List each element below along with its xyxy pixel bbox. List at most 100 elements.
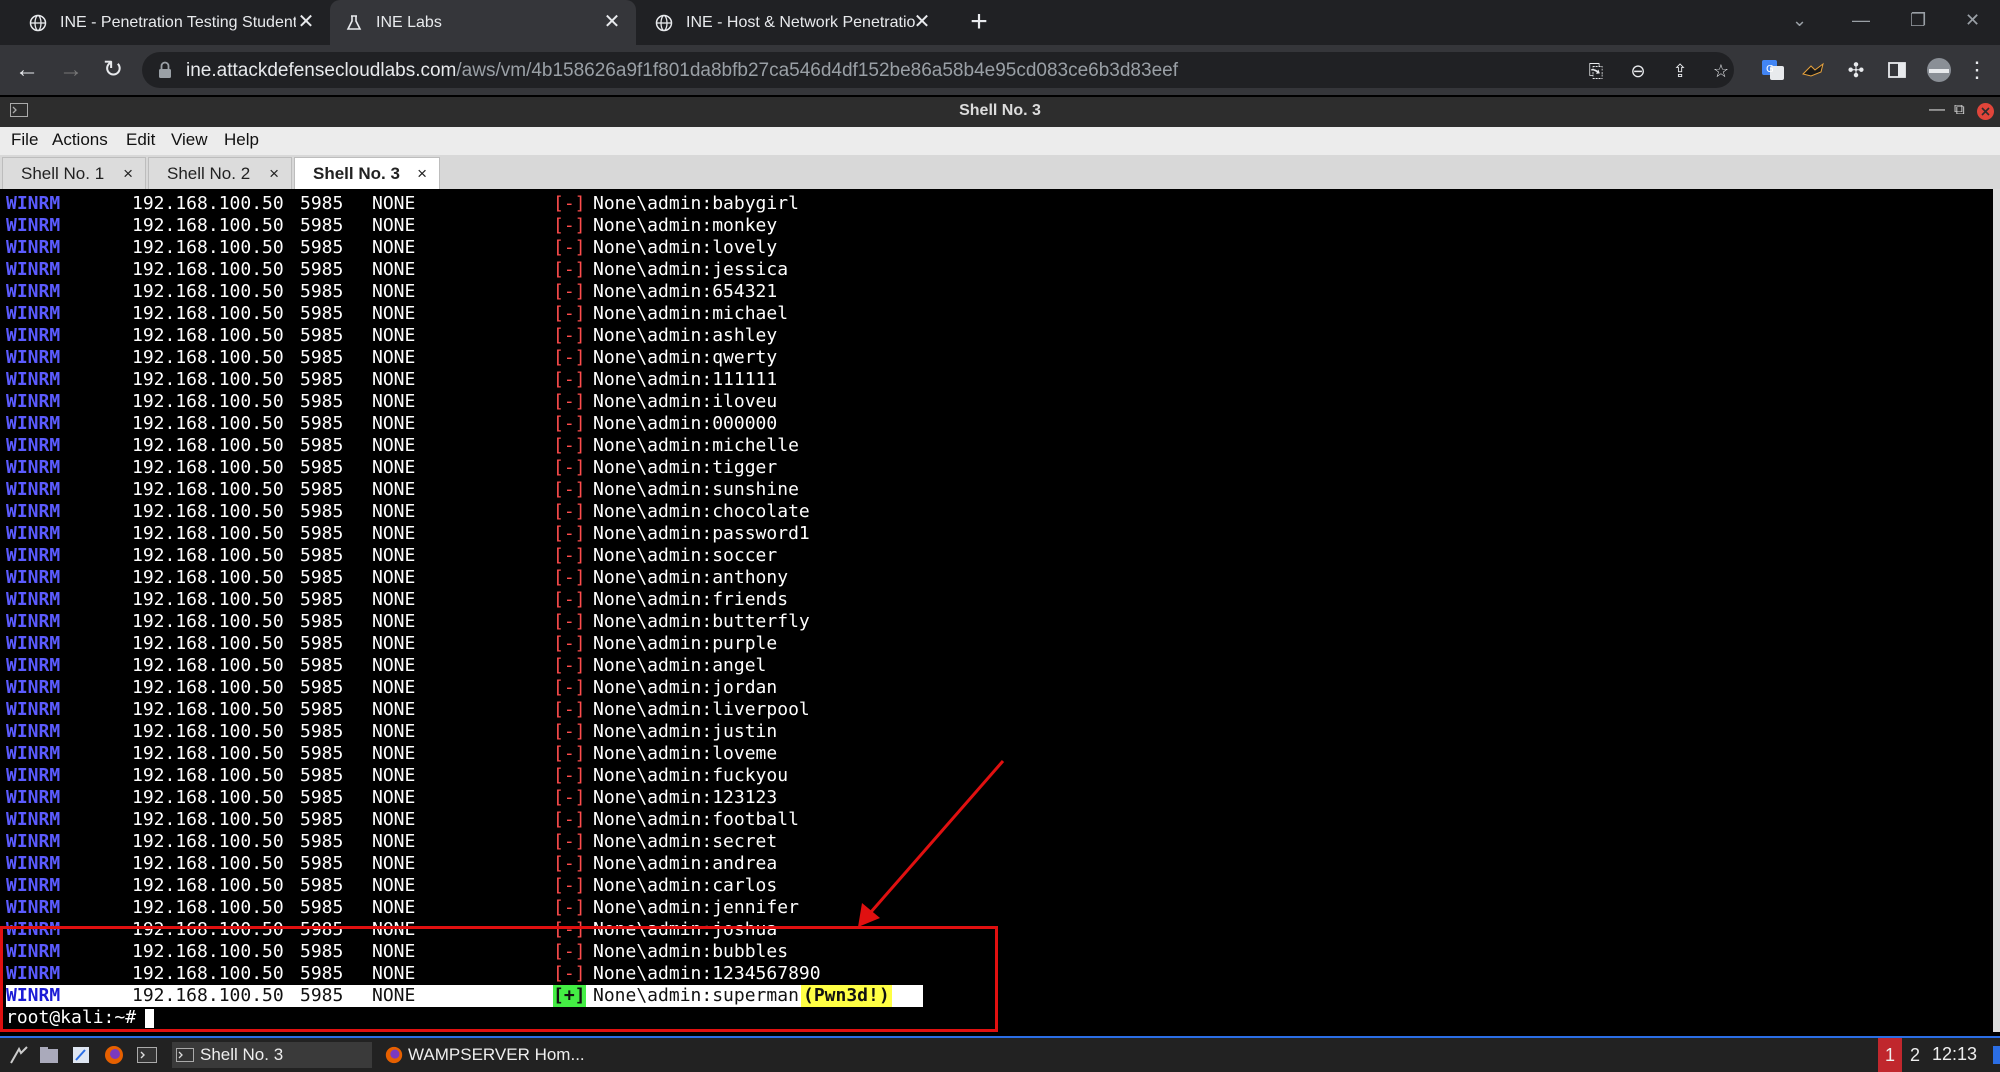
- terminal-line: WINRM 192.168.100.50 5985 NONE [-] None\admin…: [6, 325, 1006, 347]
- port-cell: 5985: [300, 501, 344, 522]
- ip-cell: 192.168.100.50: [132, 677, 284, 698]
- menu-help[interactable]: Help: [224, 130, 259, 150]
- host-cell: NONE: [372, 699, 416, 720]
- status-marker: [-]: [553, 567, 586, 588]
- host-cell: NONE: [372, 413, 416, 434]
- maximize-icon[interactable]: ❐: [1910, 10, 1926, 31]
- terminal-launcher-icon[interactable]: [136, 1044, 158, 1066]
- restore-icon[interactable]: ⧉: [1954, 101, 1965, 118]
- status-marker: [-]: [553, 457, 586, 478]
- back-icon[interactable]: ←: [14, 57, 40, 83]
- firefox-icon: [385, 1046, 403, 1064]
- ip-cell: 192.168.100.50: [132, 743, 284, 764]
- menu-view[interactable]: View: [171, 130, 208, 150]
- credential-cell: None\admin:password1: [593, 523, 810, 544]
- protocol-cell: WINRM: [6, 677, 61, 698]
- port-cell: 5985: [300, 809, 344, 830]
- ip-cell: 192.168.100.50: [132, 831, 284, 852]
- workspace-1[interactable]: 1: [1878, 1038, 1902, 1072]
- workspace-2[interactable]: 2: [1903, 1038, 1927, 1072]
- close-icon[interactable]: ✕: [912, 12, 932, 32]
- url-text[interactable]: ine.attackdefensecloudlabs.com/aws/vm/4b…: [186, 60, 1178, 82]
- ip-cell: 192.168.100.50: [132, 523, 284, 544]
- port-cell: 5985: [300, 325, 344, 346]
- port-cell: 5985: [300, 655, 344, 676]
- folder-icon[interactable]: [38, 1044, 60, 1066]
- terminal-scrollbar[interactable]: [1993, 189, 2000, 1032]
- clipboard-icon[interactable]: ⎘: [1586, 61, 1606, 81]
- close-window-icon[interactable]: ✕: [1965, 10, 1980, 31]
- tab-shell-2[interactable]: Shell No. 2 ×: [148, 157, 292, 189]
- ip-cell: 192.168.100.50: [132, 237, 284, 258]
- close-icon[interactable]: ×: [123, 164, 133, 184]
- protocol-cell: WINRM: [6, 743, 61, 764]
- credential-cell: None\admin:purple: [593, 633, 778, 654]
- ip-cell: 192.168.100.50: [132, 699, 284, 720]
- protocol-cell: WINRM: [6, 633, 61, 654]
- menu-file[interactable]: File: [11, 130, 38, 150]
- close-icon[interactable]: [1977, 103, 1994, 120]
- extension-icon[interactable]: [1800, 57, 1826, 83]
- menu-actions[interactable]: Actions: [52, 130, 108, 150]
- new-tab-button[interactable]: +: [965, 7, 993, 37]
- text-editor-icon[interactable]: [70, 1044, 92, 1066]
- more-menu-icon[interactable]: ⋮: [1964, 57, 1990, 83]
- reload-icon[interactable]: ↻: [100, 57, 126, 83]
- host-cell: NONE: [372, 501, 416, 522]
- host-cell: NONE: [372, 215, 416, 236]
- credential-cell: None\admin:qwerty: [593, 347, 778, 368]
- browser-tab-3[interactable]: INE - Host & Network Penetratio ✕: [640, 0, 946, 45]
- ip-cell: 192.168.100.50: [132, 765, 284, 786]
- tab-shell-3[interactable]: Shell No. 3 ×: [294, 157, 440, 189]
- minimize-icon[interactable]: —: [1929, 101, 1945, 119]
- close-icon[interactable]: ×: [417, 164, 427, 184]
- credential-cell: None\admin:tigger: [593, 457, 778, 478]
- credential-cell: None\admin:liverpool: [593, 699, 810, 720]
- task-shell-3[interactable]: Shell No. 3: [172, 1042, 372, 1068]
- ip-cell: 192.168.100.50: [132, 501, 284, 522]
- host-cell: NONE: [372, 457, 416, 478]
- translate-extension-icon[interactable]: G: [1760, 57, 1786, 83]
- tab-search-icon[interactable]: ⌄: [1792, 10, 1807, 31]
- sidebar-icon[interactable]: [1884, 57, 1910, 83]
- firefox-icon[interactable]: [103, 1044, 125, 1066]
- host-cell: NONE: [372, 743, 416, 764]
- share-icon[interactable]: ⇪: [1670, 61, 1690, 81]
- ip-cell: 192.168.100.50: [132, 347, 284, 368]
- terminal-menu-bar: File Actions Edit View Help: [0, 127, 2000, 155]
- tab-label: Shell No. 3: [313, 164, 400, 183]
- port-cell: 5985: [300, 765, 344, 786]
- close-icon[interactable]: ×: [269, 164, 279, 184]
- tab-shell-1[interactable]: Shell No. 1 ×: [2, 157, 146, 189]
- avatar[interactable]: [1926, 57, 1952, 83]
- address-bar[interactable]: ine.attackdefensecloudlabs.com/aws/vm/4b…: [142, 52, 1734, 88]
- minimize-icon[interactable]: —: [1852, 10, 1870, 31]
- ip-cell: 192.168.100.50: [132, 897, 284, 918]
- status-marker: [-]: [553, 479, 586, 500]
- close-icon[interactable]: ✕: [296, 12, 316, 32]
- status-marker: [-]: [553, 281, 586, 302]
- kali-menu-icon[interactable]: [8, 1044, 30, 1066]
- host-cell: NONE: [372, 545, 416, 566]
- close-icon[interactable]: ✕: [602, 12, 622, 32]
- status-marker: [-]: [553, 391, 586, 412]
- show-desktop-button[interactable]: [1993, 1046, 2000, 1064]
- ip-cell: 192.168.100.50: [132, 589, 284, 610]
- browser-tab-2[interactable]: INE Labs ✕: [330, 0, 636, 45]
- protocol-cell: WINRM: [6, 259, 61, 280]
- puzzle-icon[interactable]: ✣: [1843, 57, 1869, 83]
- task-wampserver[interactable]: WAMPSERVER Hom...: [380, 1042, 604, 1068]
- zoom-icon[interactable]: ⊖: [1628, 61, 1648, 81]
- host-cell: NONE: [372, 479, 416, 500]
- protocol-cell: WINRM: [6, 765, 61, 786]
- host-cell: NONE: [372, 677, 416, 698]
- menu-edit[interactable]: Edit: [126, 130, 155, 150]
- host-cell: NONE: [372, 259, 416, 280]
- protocol-cell: WINRM: [6, 655, 61, 676]
- status-marker: [-]: [553, 237, 586, 258]
- browser-tab-1[interactable]: INE - Penetration Testing Student ✕: [14, 0, 330, 45]
- host-cell: NONE: [372, 325, 416, 346]
- ip-cell: 192.168.100.50: [132, 457, 284, 478]
- bookmark-star-icon[interactable]: ☆: [1711, 61, 1731, 81]
- forward-icon[interactable]: →: [58, 57, 84, 83]
